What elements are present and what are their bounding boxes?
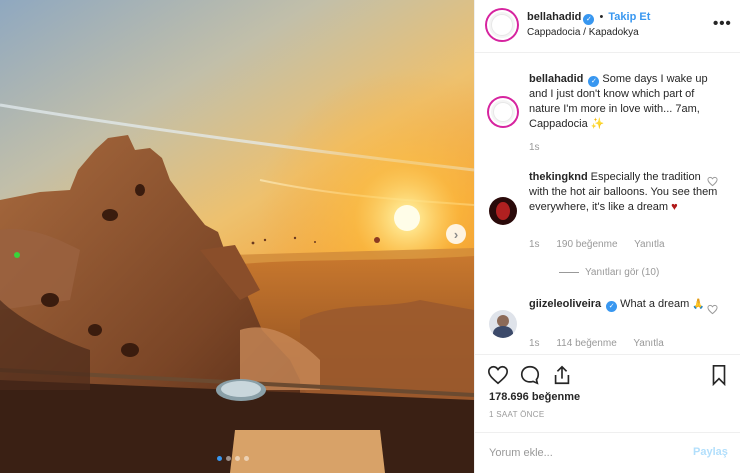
follow-button[interactable]: Takip Et	[608, 11, 650, 23]
verified-badge-icon: ✓	[588, 76, 600, 87]
sparkles-icon: ✨	[590, 118, 605, 130]
caption-username[interactable]: bellahadid	[529, 73, 583, 85]
likes-count[interactable]: 178.696 beğenme	[489, 391, 580, 403]
cappadocia-sunrise-image	[0, 0, 474, 473]
comment-time[interactable]: 1s	[529, 338, 540, 349]
author-line: bellahadid ✓ • Takip Et	[527, 11, 650, 25]
instagram-post: › bellahadid ✓ • Takip Et Cappadocia / Ka…	[0, 0, 740, 473]
praying-hands-icon: 🙏	[692, 299, 705, 310]
add-comment-bar: Paylaş	[475, 432, 740, 473]
more-options-icon[interactable]: •••	[713, 15, 732, 32]
carousel-dot	[235, 456, 240, 461]
comment-username[interactable]: thekingknd	[529, 171, 588, 183]
reply-button[interactable]: Yanıtla	[634, 239, 664, 250]
location-link[interactable]: Cappadocia / Kapadokya	[527, 27, 639, 38]
comment-username[interactable]: giizeleoliveira	[529, 298, 601, 310]
reply-button[interactable]: Yanıtla	[633, 338, 663, 349]
carousel-dot	[217, 456, 222, 461]
verified-badge-icon: ✓	[583, 13, 595, 25]
next-slide-button[interactable]: ›	[446, 224, 466, 244]
separator-dot: •	[599, 11, 604, 23]
like-comment-heart-icon[interactable]	[707, 304, 718, 315]
comment-text: What a dream	[620, 298, 690, 310]
like-heart-icon[interactable]	[487, 364, 509, 386]
author-username[interactable]: bellahadid	[527, 11, 581, 23]
post-header: bellahadid ✓ • Takip Et Cappadocia / Kapa…	[475, 0, 740, 53]
comment-input[interactable]	[489, 443, 679, 463]
comment-time[interactable]: 1s	[529, 239, 540, 250]
carousel-indicator	[217, 456, 249, 461]
posted-time[interactable]: 1 SAAT ÖNCE	[489, 410, 544, 419]
post-comment-button[interactable]: Paylaş	[693, 446, 728, 458]
like-comment-heart-icon[interactable]	[707, 176, 718, 187]
author-avatar[interactable]	[487, 10, 517, 40]
comment-item: giizeleoliveira ✓ What a dream 🙏	[529, 297, 719, 312]
caption-avatar[interactable]	[489, 98, 517, 126]
comment-meta: 1s 114 beğenme Yanıtla	[529, 338, 678, 349]
carousel-dot	[244, 456, 249, 461]
post-actions: 178.696 beğenme 1 SAAT ÖNCE	[475, 354, 740, 432]
carousel-dot	[226, 456, 231, 461]
post-photo[interactable]: ›	[0, 0, 474, 473]
commenter-avatar[interactable]	[489, 310, 517, 338]
comment-like-count[interactable]: 114 beğenme	[556, 338, 616, 349]
bookmark-icon[interactable]	[708, 364, 730, 386]
comment-meta: 1s 190 beğenme Yanıtla	[529, 239, 679, 250]
caption-meta: 1s	[529, 142, 554, 153]
caption: bellahadid ✓ Some days I wake up and I jus…	[529, 72, 719, 132]
chevron-right-icon: ›	[453, 226, 459, 242]
comment-bubble-icon[interactable]	[519, 364, 541, 386]
verified-badge-icon: ✓	[606, 301, 618, 312]
commenter-avatar[interactable]	[489, 197, 517, 225]
share-icon[interactable]	[551, 364, 573, 386]
comment-item: thekingknd Especially the tradition with …	[529, 170, 719, 215]
comment-like-count[interactable]: 190 beğenme	[556, 239, 617, 250]
view-replies-button[interactable]: Yanıtları gör (10)	[559, 267, 659, 278]
red-heart-icon: ♥	[671, 201, 678, 213]
post-side-panel: bellahadid ✓ • Takip Et Cappadocia / Kapa…	[474, 0, 740, 473]
caption-time[interactable]: 1s	[529, 142, 540, 153]
